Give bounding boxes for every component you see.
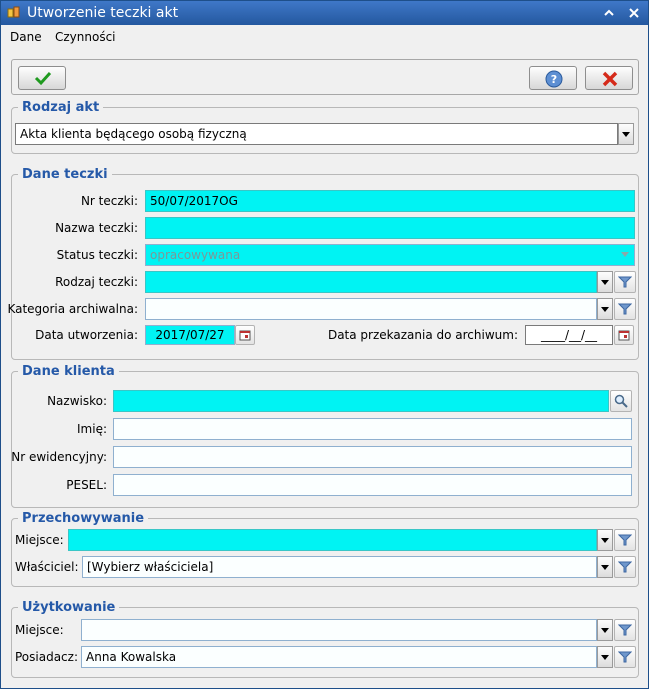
menu-czynnosci[interactable]: Czynności <box>55 30 116 44</box>
imie-input[interactable] <box>113 418 632 440</box>
nazwisko-search-button[interactable] <box>610 390 632 412</box>
przechowywanie-miejsce-label: Miejsce: <box>15 533 64 547</box>
calendar-icon <box>239 330 251 341</box>
cancel-button[interactable] <box>585 66 633 90</box>
kategoria-select[interactable] <box>145 298 597 320</box>
cancel-x-icon <box>602 71 618 87</box>
rodzaj-teczki-filter-button[interactable] <box>614 271 636 293</box>
data-utworzenia-input[interactable]: 2017/07/27 <box>145 325 235 345</box>
magnifier-icon <box>614 394 628 408</box>
chevron-up-icon <box>604 9 614 16</box>
close-button[interactable] <box>624 3 644 23</box>
nr-teczki-input[interactable]: 50/07/2017OG <box>145 190 635 212</box>
wlasciciel-filter-button[interactable] <box>614 556 636 578</box>
przechowywanie-miejsce-filter-button[interactable] <box>614 529 636 551</box>
filter-icon <box>618 303 632 315</box>
rodzaj-akt-dropdown-button[interactable] <box>618 123 634 145</box>
pesel-label: PESEL: <box>66 478 107 492</box>
wlasciciel-label: Właściciel: <box>15 560 79 574</box>
data-przekazania-label: Data przekazania do archiwum: <box>327 328 518 342</box>
nazwisko-input[interactable] <box>113 390 609 412</box>
help-button[interactable]: ? <box>529 66 577 90</box>
filter-icon <box>618 651 632 663</box>
nr-ewidencyjny-input[interactable] <box>113 446 632 468</box>
uzytkowanie-miejsce-filter-button[interactable] <box>614 619 636 641</box>
filter-icon <box>618 561 632 573</box>
kategoria-filter-button[interactable] <box>614 298 636 320</box>
dialog-window: Utworzenie teczki akt Dane Czynności ? R… <box>0 0 649 689</box>
data-utworzenia-label: Data utworzenia: <box>35 328 138 342</box>
dane-klienta-legend: Dane klienta <box>22 364 115 379</box>
close-icon <box>629 8 639 18</box>
app-icon <box>7 6 20 18</box>
przechowywanie-miejsce-dropdown-button[interactable] <box>597 529 613 551</box>
rodzaj-teczki-label: Rodzaj teczki: <box>55 275 138 289</box>
window-title: Utworzenie teczki akt <box>27 5 179 21</box>
status-teczki-dropdown-button <box>618 244 634 266</box>
posiadacz-filter-button[interactable] <box>614 646 636 668</box>
rodzaj-teczki-select[interactable] <box>145 271 597 293</box>
menu-dane[interactable]: Dane <box>10 30 42 44</box>
rodzaj-akt-select[interactable]: Akta klienta będącego osobą fizyczną <box>15 123 618 145</box>
dane-teczki-legend: Dane teczki <box>22 167 108 182</box>
rodzaj-akt-legend: Rodzaj akt <box>22 100 100 115</box>
title-bar: Utworzenie teczki akt <box>1 1 648 25</box>
collapse-button[interactable] <box>599 3 619 23</box>
przechowywanie-miejsce-select[interactable] <box>68 529 597 551</box>
status-teczki-select: opracowywana <box>145 244 635 266</box>
uzytkowanie-miejsce-select[interactable] <box>81 619 597 641</box>
nr-teczki-label: Nr teczki: <box>80 194 138 208</box>
filter-icon <box>618 534 632 546</box>
calendar-icon <box>618 330 630 341</box>
data-przekazania-input[interactable]: ____/__/__ <box>525 325 613 345</box>
help-icon: ? <box>545 70 563 88</box>
przechowywanie-legend: Przechowywanie <box>22 511 145 526</box>
nr-ewidencyjny-label: Nr ewidencyjny: <box>11 450 107 464</box>
checkmark-icon <box>34 71 52 86</box>
posiadacz-label: Posiadacz: <box>15 650 78 664</box>
wlasciciel-select[interactable]: [Wybierz właściciela] <box>82 556 597 578</box>
filter-icon <box>618 276 632 288</box>
kategoria-dropdown-button[interactable] <box>597 298 613 320</box>
menu-bar: Dane Czynności <box>1 25 648 49</box>
uzytkowanie-legend: Użytkowanie <box>22 600 116 615</box>
filter-icon <box>618 624 632 636</box>
posiadacz-dropdown-button[interactable] <box>597 646 613 668</box>
rodzaj-teczki-dropdown-button[interactable] <box>597 271 613 293</box>
toolbar: ? <box>11 59 639 95</box>
status-teczki-label: Status teczki: <box>56 248 138 262</box>
wlasciciel-dropdown-button[interactable] <box>597 556 613 578</box>
kategoria-label: Kategoria archiwalna: <box>7 302 138 316</box>
data-utworzenia-calendar-button[interactable] <box>235 325 255 345</box>
nazwa-teczki-input[interactable] <box>145 217 635 239</box>
nazwa-teczki-label: Nazwa teczki: <box>55 221 138 235</box>
pesel-input[interactable] <box>113 474 632 496</box>
uzytkowanie-miejsce-dropdown-button[interactable] <box>597 619 613 641</box>
accept-button[interactable] <box>18 66 66 90</box>
posiadacz-select[interactable]: Anna Kowalska <box>81 646 597 668</box>
imie-label: Imię: <box>77 422 107 436</box>
uzytkowanie-miejsce-label: Miejsce: <box>15 623 64 637</box>
nazwisko-label: Nazwisko: <box>47 394 107 408</box>
svg-text:?: ? <box>551 73 557 86</box>
data-przekazania-calendar-button[interactable] <box>614 325 634 345</box>
